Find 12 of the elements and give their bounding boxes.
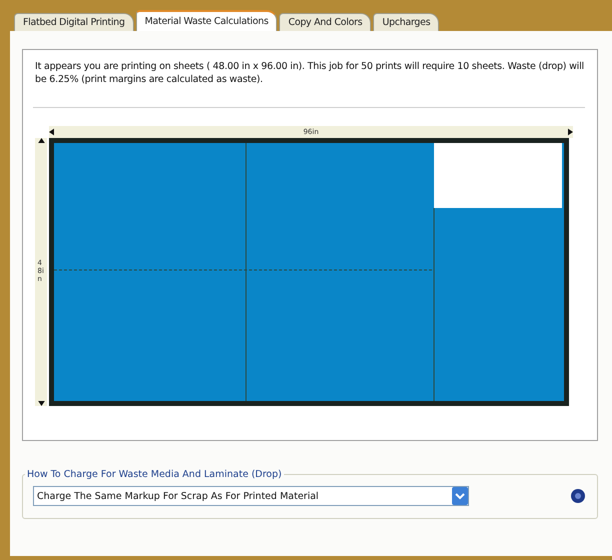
down-arrow-icon bbox=[38, 401, 44, 406]
up-arrow-icon bbox=[38, 138, 44, 143]
tab[interactable]: Material Waste Calculations bbox=[136, 10, 278, 31]
help-icon[interactable] bbox=[571, 489, 585, 503]
group-legend: How To Charge For Waste Media And Laminate (Drop) bbox=[25, 469, 284, 480]
tab[interactable]: Flatbed Digital Printing bbox=[14, 13, 134, 31]
right-arrow-icon bbox=[568, 128, 573, 136]
tab[interactable]: Copy And Colors bbox=[279, 13, 372, 31]
info-text: It appears you are printing on sheets ( 48.00 in x 96.00 in). This job for 50 prints will require 10 sheets. Waste (drop) will be 6.25% (print margins are calculated as waste). bbox=[35, 60, 585, 87]
left-arrow-icon bbox=[49, 128, 54, 136]
tab[interactable]: Upcharges bbox=[373, 13, 440, 31]
charge-dropdown[interactable]: Charge The Same Markup For Scrap As For Printed Material bbox=[33, 486, 469, 506]
